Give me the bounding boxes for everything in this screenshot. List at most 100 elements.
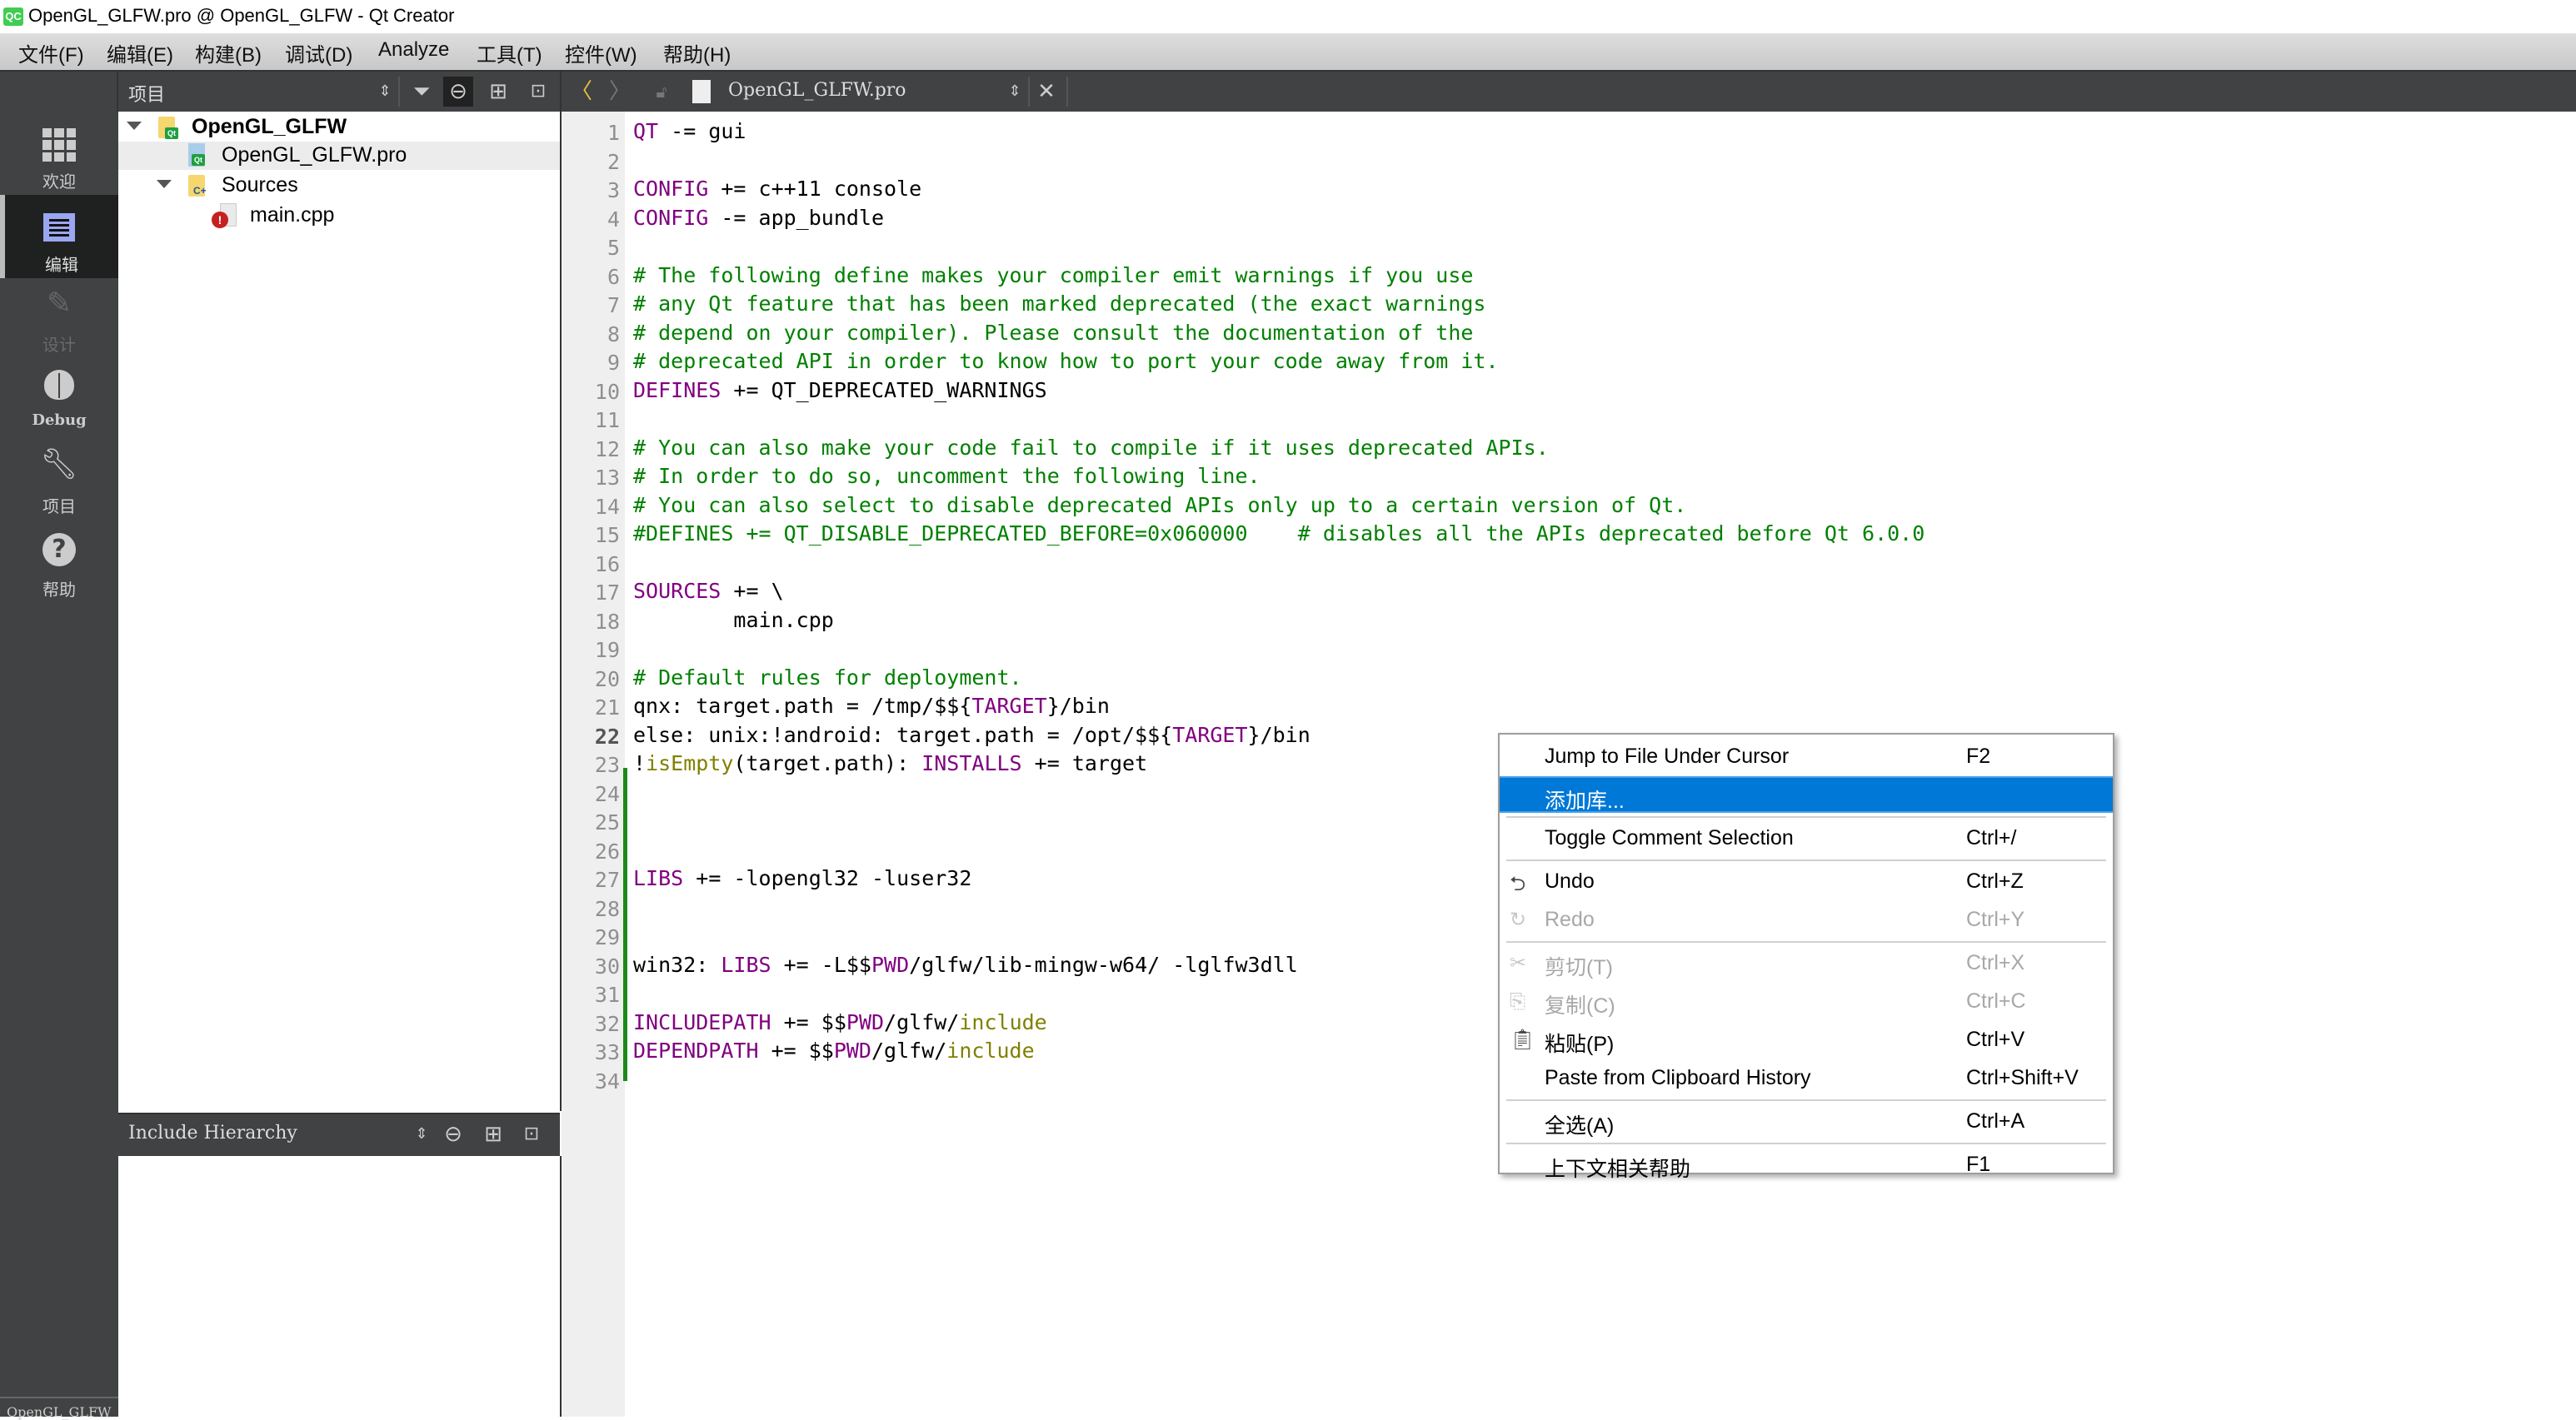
sort-updown-icon[interactable]: ⇕ — [370, 77, 400, 107]
code-line[interactable]: SOURCES += \ — [633, 579, 784, 607]
code-token: += QT_DEPRECATED_WARNINGS — [721, 377, 1047, 402]
code-line[interactable]: # The following define makes your compil… — [633, 263, 1473, 291]
mode-help[interactable]: ? 帮助 — [0, 523, 118, 606]
code-line[interactable]: !isEmpty(target.path): INSTALLS += targe… — [633, 751, 1147, 780]
context-menu-item[interactable]: 📋︎ 粘贴(P) Ctrl+V — [1500, 1021, 2113, 1058]
code-token: else: unix:!android: target.path = /opt/… — [633, 722, 1173, 747]
context-menu-item[interactable]: ⎘ 复制(C) Ctrl+C — [1500, 983, 2113, 1019]
code-token: INSTALLS — [921, 751, 1022, 775]
code-line[interactable]: # depend on your compiler). Please consu… — [633, 321, 1473, 349]
code-line[interactable]: # In order to do so, uncomment the follo… — [633, 464, 1261, 492]
tree-item-project[interactable]: Qt OpenGL_GLFW — [118, 113, 560, 142]
view-selector[interactable]: 项目 — [128, 80, 165, 107]
tree-item-pro-file[interactable]: Qt OpenGL_GLFW.pro — [118, 142, 560, 170]
mode-welcome[interactable]: 欢迎 — [0, 112, 118, 195]
menu-separator — [1506, 816, 2106, 818]
code-line[interactable]: # Default rules for deployment. — [633, 665, 1022, 694]
mode-projects[interactable]: 🔧︎ 项目 — [0, 440, 118, 523]
link-icon[interactable]: ⊖ — [438, 1119, 468, 1149]
divider — [0, 1397, 118, 1398]
menu-item-label: Jump to File Under Cursor — [1545, 745, 1790, 768]
code-token: # You can also select to disable depreca… — [633, 492, 1687, 517]
menu-widgets[interactable]: 控件(W) — [565, 38, 637, 67]
code-token: # The following define makes your compil… — [633, 262, 1474, 287]
menu-build[interactable]: 构建(B) — [195, 38, 262, 67]
lock-icon[interactable]: 🔓︎ — [646, 77, 676, 107]
open-file-name[interactable]: OpenGL_GLFW.pro — [728, 80, 906, 101]
context-menu-item[interactable]: 上下文相关帮助 F1 — [1500, 1146, 2113, 1183]
split-icon[interactable]: ⊞ — [483, 77, 513, 107]
menu-analyze[interactable]: Analyze — [378, 38, 449, 62]
code-token: PWD — [846, 1009, 885, 1034]
context-menu-item[interactable]: 全选(A) Ctrl+A — [1500, 1103, 2113, 1139]
qt-project-icon: Qt — [158, 117, 178, 139]
code-line[interactable]: DEFINES += QT_DEPRECATED_WARNINGS — [633, 378, 1047, 406]
code-line[interactable]: # You can also make your code fail to co… — [633, 436, 1549, 464]
code-line[interactable]: LIBS += -lopengl32 -luser32 — [633, 866, 971, 894]
line-number: 21 — [594, 695, 620, 720]
expand-arrow-icon[interactable] — [157, 180, 172, 188]
menu-item-shortcut: Ctrl+Z — [1966, 869, 2024, 893]
menu-help[interactable]: 帮助(H) — [663, 38, 731, 67]
code-token: TARGET — [1172, 722, 1248, 747]
line-number: 17 — [594, 580, 620, 605]
menu-debug[interactable]: 调试(D) — [285, 38, 352, 67]
code-line[interactable]: else: unix:!android: target.path = /opt/… — [633, 723, 1310, 751]
filter-icon[interactable]: ⏷ — [407, 77, 437, 107]
context-menu-item[interactable]: ⮌ Undo Ctrl+Z — [1500, 863, 2113, 899]
menu-item-label: 添加库... — [1545, 790, 1625, 813]
menu-separator — [1506, 1099, 2106, 1101]
sort-updown-icon[interactable]: ⇕ — [1000, 77, 1030, 107]
close-panel-icon[interactable]: ⊡ — [523, 77, 553, 107]
divider — [398, 77, 400, 107]
code-line[interactable]: CONFIG += c++11 console — [633, 177, 921, 205]
code-line[interactable]: # deprecated API in order to know how to… — [633, 349, 1499, 377]
menu-item-shortcut: Ctrl+/ — [1966, 826, 2017, 850]
code-line[interactable]: INCLUDEPATH += $$PWD/glfw/include — [633, 1010, 1047, 1039]
tree-item-main-cpp[interactable]: ! main.cpp — [118, 202, 560, 230]
code-line[interactable]: qnx: target.path = /tmp/$${TARGET}/bin — [633, 694, 1110, 722]
menu-edit[interactable]: 编辑(E) — [107, 38, 173, 67]
link-icon[interactable]: ⊖ — [443, 77, 473, 107]
kit-selector[interactable]: OpenGL_GLFW — [7, 1404, 112, 1420]
forward-icon[interactable]: 〉 — [605, 77, 635, 107]
close-icon[interactable]: ✕ — [1031, 77, 1061, 107]
code-token: INCLUDEPATH — [633, 1009, 771, 1034]
code-line[interactable]: win32: LIBS += -L$$PWD/glfw/lib-mingw-w6… — [633, 953, 1298, 981]
context-menu-item[interactable]: ✂ 剪切(T) Ctrl+X — [1500, 944, 2113, 981]
context-menu-item[interactable]: 添加库... — [1500, 776, 2113, 813]
back-icon[interactable]: 〈 — [567, 77, 597, 107]
code-line[interactable]: CONFIG -= app_bundle — [633, 206, 884, 234]
expand-arrow-icon[interactable] — [127, 122, 142, 130]
line-number: 1 — [607, 121, 620, 145]
code-token: }/bin — [1247, 722, 1310, 747]
code-line[interactable]: # any Qt feature that has been marked de… — [633, 291, 1486, 320]
code-line[interactable]: QT -= gui — [633, 119, 746, 147]
sort-updown-icon[interactable]: ⇕ — [407, 1119, 437, 1149]
close-panel-icon[interactable]: ⊡ — [517, 1119, 547, 1149]
code-token: LIBS — [721, 952, 771, 977]
line-number: 7 — [607, 293, 620, 317]
redo-icon: ↻ — [1510, 908, 1527, 931]
code-token: += target — [1021, 751, 1148, 775]
menu-file[interactable]: 文件(F) — [18, 38, 84, 67]
menu-item-shortcut: F1 — [1966, 1153, 1991, 1176]
code-line[interactable]: #DEFINES += QT_DISABLE_DEPRECATED_BEFORE… — [633, 521, 1925, 550]
divider — [1066, 77, 1068, 107]
context-menu-item[interactable]: Paste from Clipboard History Ctrl+Shift+V — [1500, 1059, 2113, 1096]
code-line[interactable]: # You can also select to disable depreca… — [633, 493, 1686, 521]
paste-icon: 📋︎ — [1510, 1028, 1535, 1051]
code-line[interactable]: DEPENDPATH += $$PWD/glfw/include — [633, 1039, 1035, 1067]
context-menu-item[interactable]: Jump to File Under Cursor F2 — [1500, 738, 2113, 775]
split-icon[interactable]: ⊞ — [478, 1119, 508, 1149]
context-menu-item[interactable]: Toggle Comment Selection Ctrl+/ — [1500, 820, 2113, 856]
mode-edit[interactable]: 编辑 — [0, 195, 118, 278]
divider — [1028, 77, 1030, 107]
mode-design[interactable]: ✎ 设计 — [0, 278, 118, 361]
tree-item-sources[interactable]: C+ Sources — [118, 172, 560, 200]
code-line[interactable]: main.cpp — [633, 608, 833, 636]
tree-item-label: OpenGL_GLFW.pro — [222, 143, 407, 167]
mode-debug[interactable]: Debug — [0, 358, 118, 441]
menu-tools[interactable]: 工具(T) — [477, 38, 542, 67]
context-menu-item[interactable]: ↻ Redo Ctrl+Y — [1500, 901, 2113, 938]
